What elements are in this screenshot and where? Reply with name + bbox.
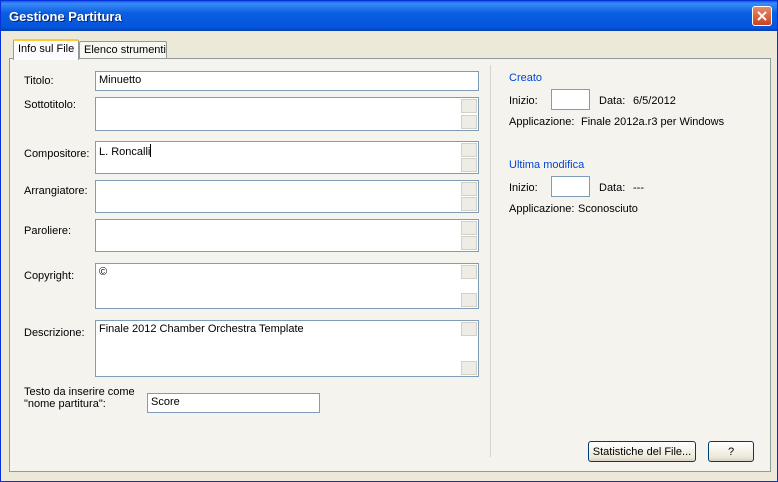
arrangiatore-scrollbar[interactable] [461,182,477,211]
column-separator [490,65,491,457]
scroll-down-button[interactable] [461,115,477,129]
ultima-data-label: Data: [599,182,626,194]
creato-inizio-input[interactable] [551,89,590,110]
tab-elenco-strumenti[interactable]: Elenco strumenti [79,41,167,59]
sottotitolo-scrollbar[interactable] [461,99,477,129]
scroll-up-button[interactable] [461,99,477,113]
scroll-up-button[interactable] [461,182,477,196]
paroliere-input[interactable] [95,219,479,252]
paroliere-label: Paroliere: [24,225,72,237]
arrangiatore-label: Arrangiatore: [24,185,88,197]
tab-label: Info sul File [18,43,75,55]
ultima-heading: Ultima modifica [509,159,585,171]
creato-inizio-label: Inizio: [509,95,538,107]
titolo-label: Titolo: [24,75,54,87]
nome-partitura-input[interactable]: Score [147,393,320,413]
titolo-input[interactable]: Minuetto [95,71,479,91]
paroliere-scrollbar[interactable] [461,221,477,250]
title-bar[interactable]: Gestione Partitura [1,1,777,31]
dialog-window: Gestione Partitura Info sul File Elenco … [0,0,778,482]
copyright-value: © [99,266,108,278]
descrizione-label: Descrizione: [24,327,85,339]
ultima-inizio-input[interactable] [551,176,590,197]
compositore-scrollbar[interactable] [461,143,477,172]
descrizione-input[interactable]: Finale 2012 Chamber Orchestra Template [95,320,479,377]
copyright-scrollbar[interactable] [461,265,477,307]
scroll-down-button[interactable] [461,236,477,250]
sottotitolo-label: Sottotitolo: [24,99,76,111]
testo-label-line2: "nome partitura": [24,398,106,410]
close-button[interactable] [752,6,772,26]
scroll-down-button[interactable] [461,361,477,375]
help-button-label: ? [727,446,735,458]
copyright-label: Copyright: [24,270,75,282]
creato-app-label: Applicazione: [509,116,575,128]
testo-label-line1: Testo da inserire come [24,386,135,398]
ultima-app-label: Applicazione: [509,203,575,215]
creato-heading: Creato [509,72,543,84]
tab-info-file[interactable]: Info sul File [13,39,79,60]
text-caret [150,144,152,157]
statistiche-button-label: Statistiche del File... [592,446,692,458]
sottotitolo-input[interactable] [95,97,479,131]
arrangiatore-input[interactable] [95,180,479,213]
ultima-app-value: Sconosciuto [578,203,638,215]
help-button[interactable]: ? [708,441,754,462]
window-title: Gestione Partitura [9,9,122,24]
statistiche-button[interactable]: Statistiche del File... [588,441,696,462]
scroll-up-button[interactable] [461,265,477,279]
scroll-up-button[interactable] [461,322,477,336]
copyright-input[interactable]: © [95,263,479,309]
creato-data-label: Data: [599,95,626,107]
compositore-label: Compositore: [24,148,90,160]
scroll-down-button[interactable] [461,197,477,211]
scroll-down-button[interactable] [461,158,477,172]
close-icon [757,11,767,21]
compositore-value: L. Roncalli [99,146,151,158]
ultima-inizio-label: Inizio: [509,182,538,194]
ultima-data-value: --- [633,182,644,194]
descrizione-scrollbar[interactable] [461,322,477,375]
creato-app-value: Finale 2012a.r3 per Windows [581,116,725,128]
nome-partitura-value: Score [151,396,180,408]
scroll-down-button[interactable] [461,293,477,307]
tab-label: Elenco strumenti [84,44,166,56]
scroll-up-button[interactable] [461,221,477,235]
scroll-up-button[interactable] [461,143,477,157]
compositore-input[interactable]: L. Roncalli [95,141,479,174]
descrizione-value: Finale 2012 Chamber Orchestra Template [99,323,304,335]
titolo-value: Minuetto [99,74,142,86]
creato-data-value: 6/5/2012 [633,95,676,107]
